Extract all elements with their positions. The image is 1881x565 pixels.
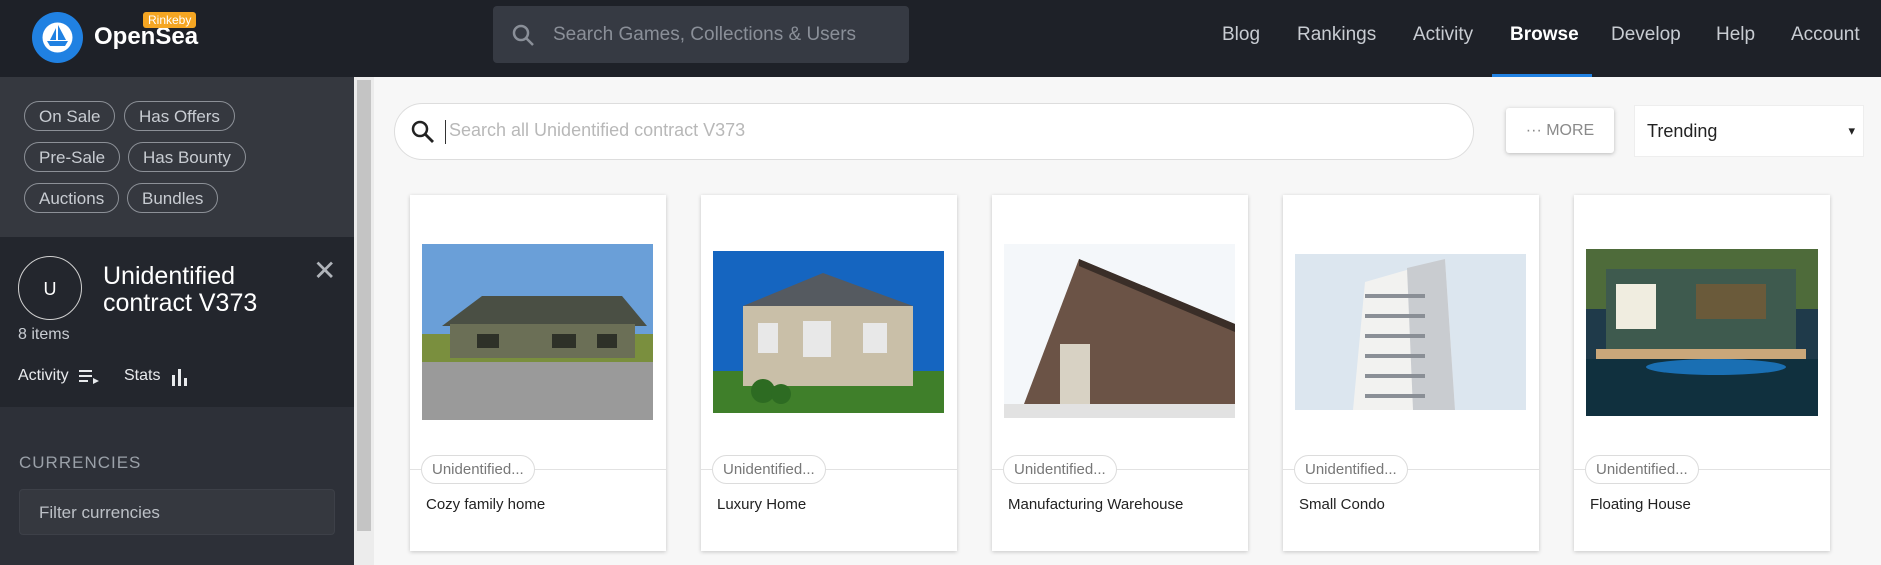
sidebar-scrollbar[interactable] — [354, 77, 374, 565]
search-icon — [411, 120, 434, 143]
active-nav-indicator — [1492, 74, 1592, 77]
scrollbar-thumb[interactable] — [357, 80, 371, 531]
global-search-input[interactable]: Search Games, Collections & Users — [493, 6, 909, 63]
sort-select[interactable]: Trending ▾ — [1634, 105, 1864, 157]
card-collection-pill[interactable]: Unidentified... — [712, 455, 826, 484]
network-badge: Rinkeby — [143, 12, 197, 28]
collection-stats-link[interactable]: Stats — [124, 367, 160, 385]
filter-has-bounty[interactable]: Has Bounty — [128, 142, 246, 172]
asset-card[interactable]: Unidentified... Floating House — [1574, 195, 1830, 551]
card-collection-pill[interactable]: Unidentified... — [1294, 455, 1408, 484]
nav-activity[interactable]: Activity — [1413, 24, 1473, 46]
currencies-heading: CURRENCIES — [19, 453, 142, 472]
currency-filter-input[interactable]: Filter currencies — [19, 489, 335, 535]
filter-has-offers[interactable]: Has Offers — [124, 101, 235, 131]
filter-bundles[interactable]: Bundles — [127, 183, 219, 213]
filter-pre-sale[interactable]: Pre-Sale — [24, 142, 121, 172]
card-asset-name: Floating House — [1590, 496, 1691, 513]
card-collection-pill[interactable]: Unidentified... — [1585, 455, 1699, 484]
collection-search-placeholder: Search all Unidentified contract V373 — [449, 120, 746, 140]
top-navbar: OpenSea Rinkeby Search Games, Collection… — [0, 0, 1881, 77]
asset-image — [1004, 244, 1235, 418]
nav-browse[interactable]: Browse — [1510, 24, 1579, 46]
card-collection-pill[interactable]: Unidentified... — [421, 455, 535, 484]
card-asset-name: Small Condo — [1299, 496, 1385, 513]
asset-image — [1586, 249, 1818, 416]
sort-value: Trending — [1647, 121, 1718, 141]
asset-card[interactable]: Unidentified... Luxury Home — [701, 195, 957, 551]
asset-card[interactable]: Unidentified... Small Condo — [1283, 195, 1539, 551]
activity-list-icon[interactable] — [79, 367, 99, 387]
filter-on-sale[interactable]: On Sale — [24, 101, 116, 131]
card-asset-name: Manufacturing Warehouse — [1008, 496, 1184, 513]
collection-avatar: U — [18, 256, 82, 320]
asset-card[interactable]: Unidentified... Manufacturing Warehouse — [992, 195, 1248, 551]
card-asset-name: Luxury Home — [717, 496, 807, 513]
close-icon[interactable]: ✕ — [313, 254, 336, 287]
collection-activity-link[interactable]: Activity — [18, 367, 69, 385]
asset-card[interactable]: Unidentified... Cozy family home — [410, 195, 666, 551]
asset-image — [713, 251, 944, 413]
search-icon — [512, 24, 534, 46]
collection-title: Unidentified contract V373 — [103, 262, 258, 317]
filter-auctions[interactable]: Auctions — [24, 183, 120, 213]
status-filters: On Sale Has Offers Pre-Sale Has Bounty A… — [0, 77, 354, 237]
currency-filter-placeholder: Filter currencies — [39, 503, 160, 522]
nav-account[interactable]: Account — [1791, 24, 1860, 46]
text-cursor — [445, 120, 446, 144]
nav-help[interactable]: Help — [1716, 24, 1755, 46]
nav-blog[interactable]: Blog — [1222, 24, 1260, 46]
nav-rankings[interactable]: Rankings — [1297, 24, 1376, 46]
card-collection-pill[interactable]: Unidentified... — [1003, 455, 1117, 484]
asset-image — [422, 244, 653, 420]
collection-items-count: 8 items — [18, 326, 70, 343]
card-asset-name: Cozy family home — [426, 496, 546, 513]
collection-search-input[interactable]: Search all Unidentified contract V373 — [394, 103, 1474, 160]
sidebar: On Sale Has Offers Pre-Sale Has Bounty A… — [0, 77, 354, 565]
nav-develop[interactable]: Develop — [1611, 24, 1681, 46]
chevron-down-icon: ▾ — [1848, 123, 1855, 138]
stats-bar-chart-icon[interactable] — [171, 367, 191, 387]
more-button[interactable]: ··· MORE — [1506, 108, 1614, 153]
opensea-logo-icon[interactable] — [32, 12, 83, 63]
asset-image — [1295, 254, 1526, 410]
global-search-placeholder: Search Games, Collections & Users — [553, 24, 857, 45]
